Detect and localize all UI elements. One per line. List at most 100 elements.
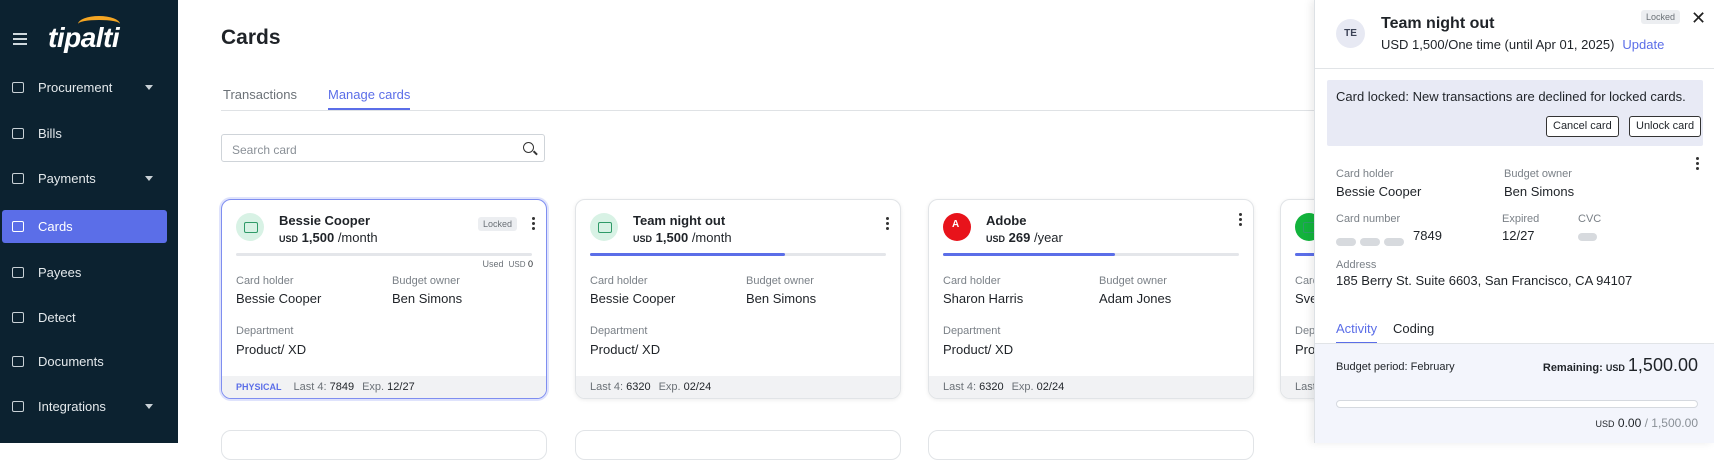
card-amount: USD 269 /year (986, 230, 1063, 245)
card-details-panel: TE Team night out USD 1,500/One time (un… (1314, 0, 1714, 443)
sidebar-item-label: Procurement (38, 80, 113, 95)
update-link[interactable]: Update (1622, 37, 1664, 52)
cvc-label: CVC (1578, 213, 1602, 225)
card-holder-label: Card holder (236, 275, 294, 287)
search-icon[interactable] (523, 142, 534, 153)
tab-divider (221, 110, 1314, 111)
card-row2[interactable] (221, 430, 547, 460)
card-icon (12, 221, 24, 232)
tab-manage-cards[interactable]: Manage cards (328, 87, 411, 110)
budget-progress-bar (590, 253, 886, 256)
card-holder-value: Bessie Cooper (1336, 184, 1422, 199)
people-icon (12, 267, 24, 278)
sidebar-item-payees[interactable]: Payees (2, 256, 167, 289)
sidebar-item-label: Payments (38, 171, 96, 186)
cancel-card-button[interactable]: Cancel card (1546, 116, 1619, 137)
masked-cvc (1578, 233, 1597, 241)
expired-label: Expired (1502, 213, 1540, 225)
card-adobe[interactable]: Adobe USD 269 /year Card holder Sharon H… (928, 199, 1254, 399)
locked-badge: Locked (477, 217, 517, 231)
card-holder-label: Card holder (590, 275, 648, 287)
budget-owner-value: Ben Simons (1504, 184, 1575, 199)
card-icon (236, 213, 264, 241)
sidebar-item-label: Documents (38, 354, 104, 369)
logo-arc (78, 16, 120, 32)
sync-icon (12, 401, 24, 412)
card-row2[interactable] (575, 430, 901, 460)
card-number-last4: 7849 (1413, 228, 1442, 243)
money-bag-icon (12, 173, 24, 184)
sidebar-item-label: Detect (38, 310, 76, 325)
locked-badge: Locked (1641, 10, 1681, 24)
department-value: Product/ XD (236, 342, 307, 357)
chevron-down-icon (145, 404, 153, 409)
sidebar: tipalti Procurement Bills Payments Cards… (0, 0, 178, 443)
card-team-night-out[interactable]: Team night out USD 1,500 /month Card hol… (575, 199, 901, 399)
address-value: 185 Berry St. Suite 6603, San Francisco,… (1336, 273, 1633, 288)
more-options-icon[interactable] (1239, 213, 1242, 226)
sidebar-item-procurement[interactable]: Procurement (2, 71, 167, 104)
panel-title: Team night out (1381, 15, 1495, 32)
card-number-label: Card number (1336, 213, 1401, 225)
card-holder-value: Sharon Harris (943, 291, 1024, 306)
panel-subtitle: USD 1,500/One time (until Apr 01, 2025) U… (1381, 37, 1665, 52)
sidebar-item-integrations[interactable]: Integrations (2, 390, 167, 423)
adobe-logo-icon (943, 213, 971, 241)
spent-total: USD 0.00 / 1,500.00 (1595, 416, 1698, 430)
unlock-card-button[interactable]: Unlock card (1629, 116, 1702, 137)
card-footer: PHYSICAL Last 4: 7849 Exp. 12/27 (222, 376, 546, 398)
card-holder-value: Bessie Cooper (590, 291, 676, 306)
budget-owner-label: Budget owner (1099, 275, 1167, 287)
more-options-icon[interactable] (886, 217, 889, 230)
budget-owner-label: Budget owner (392, 275, 460, 287)
budget-owner-value: Adam Jones (1099, 291, 1172, 306)
sidebar-item-cards[interactable]: Cards (2, 210, 167, 243)
sidebar-item-payments[interactable]: Payments (2, 162, 167, 195)
menu-icon[interactable] (13, 33, 27, 45)
budget-period: Budget period: February (1336, 361, 1455, 373)
more-options-icon[interactable] (532, 217, 535, 230)
close-icon[interactable]: ✕ (1691, 8, 1706, 29)
budget-progress-bar (236, 253, 532, 256)
department-value: Product/ XD (590, 342, 661, 357)
card-row2[interactable] (928, 430, 1254, 460)
sidebar-item-detect[interactable]: Detect (2, 301, 167, 334)
card-amount: USD 1,500 /month (633, 230, 732, 245)
tab-transactions[interactable]: Transactions (223, 87, 297, 108)
main-content: Cards Transactions Manage cards Search c… (178, 0, 1606, 460)
card-holder-label: Card holder (943, 275, 1001, 287)
tab-coding[interactable]: Coding (1393, 321, 1434, 342)
tab-activity[interactable]: Activity (1336, 321, 1378, 344)
sidebar-item-label: Bills (38, 126, 62, 141)
card-name: Bessie Cooper (279, 213, 371, 228)
card-bessie-cooper[interactable]: Bessie Cooper USD 1,500 /month Locked Us… (221, 199, 547, 399)
budget-owner-label: Budget owner (746, 275, 814, 287)
expired-value: 12/27 (1502, 228, 1535, 243)
card-footer: Last 4: 6320 Exp. 02/24 (929, 376, 1253, 398)
physical-badge: PHYSICAL (236, 382, 282, 392)
sidebar-item-documents[interactable]: Documents (2, 345, 167, 378)
page-title: Cards (221, 26, 281, 49)
department-label: Department (236, 325, 294, 337)
sidebar-item-bills[interactable]: Bills (2, 117, 167, 150)
masked-card-number (1336, 233, 1408, 251)
card-name: Adobe (986, 213, 1027, 228)
spent-progress-bar (1336, 400, 1698, 408)
more-options-icon[interactable] (1696, 157, 1699, 172)
card-footer: Last 4: 6320 Exp. 02/24 (576, 376, 900, 398)
banner-message: Card locked: New transactions are declin… (1336, 89, 1686, 104)
card-holder-label: Card holder (1336, 168, 1394, 180)
department-value: Product/ XD (943, 342, 1014, 357)
store-icon (590, 213, 618, 241)
locked-banner: Card locked: New transactions are declin… (1327, 80, 1703, 146)
sidebar-item-label: Payees (38, 265, 82, 280)
chevron-down-icon (145, 85, 153, 90)
sidebar-item-label: Cards (38, 219, 73, 234)
department-label: Dep (1295, 325, 1316, 337)
divider (1315, 68, 1714, 69)
document-icon (12, 356, 24, 367)
budget-owner-value: Ben Simons (746, 291, 817, 306)
search-input[interactable]: Search card (221, 134, 545, 162)
address-label: Address (1336, 259, 1377, 271)
remaining-amount: Remaining: USD 1,500.00 (1542, 355, 1698, 375)
